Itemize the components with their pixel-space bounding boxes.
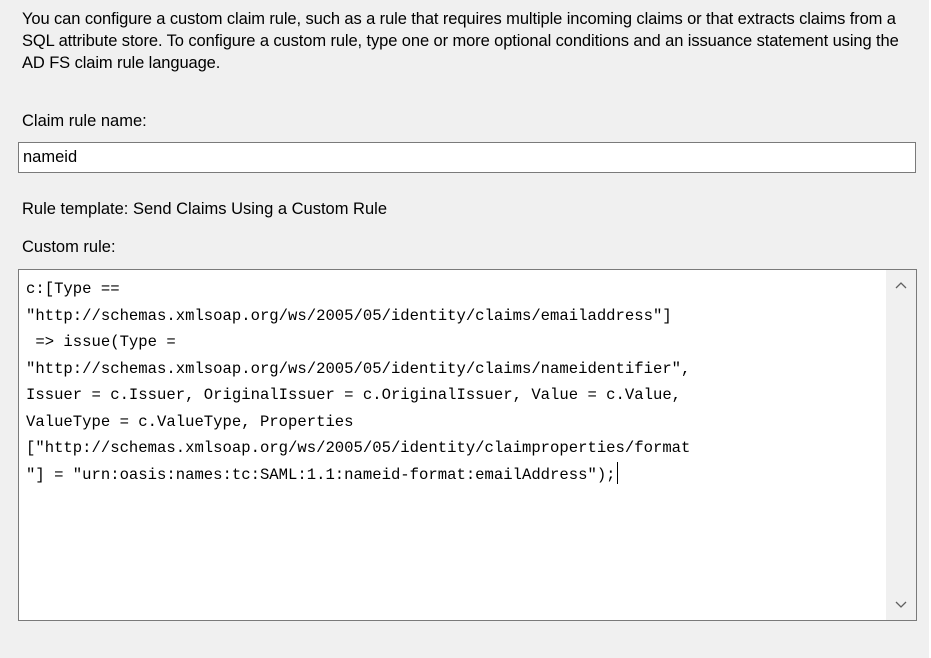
custom-rule-textarea[interactable]: c:[Type == "http://schemas.xmlsoap.org/ws… (18, 269, 917, 621)
claim-rule-name-label: Claim rule name: (22, 112, 147, 130)
rule-line: "http://schemas.xmlsoap.org/ws/2005/05/i… (26, 359, 691, 378)
scroll-up-button[interactable] (886, 270, 916, 300)
scroll-down-button[interactable] (886, 590, 916, 620)
rule-line: ValueType = c.ValueType, Properties (26, 412, 354, 431)
rule-line: c:[Type == (26, 280, 120, 298)
rule-line-last: "] = "urn:oasis:names:tc:SAML:1.1:nameid… (26, 461, 886, 489)
text-caret (616, 461, 618, 484)
rule-line: "] = "urn:oasis:names:tc:SAML:1.1:nameid… (26, 465, 616, 484)
description-text: You can configure a custom claim rule, s… (22, 10, 899, 72)
chevron-up-icon (895, 282, 907, 289)
rule-line: Issuer = c.Issuer, OriginalIssuer = c.Or… (26, 386, 682, 404)
rule-template-label: Rule template: Send Claims Using a Custo… (22, 200, 387, 218)
custom-rule-text: c:[Type == "http://schemas.xmlsoap.org/ws… (26, 276, 886, 488)
claim-rule-name-input[interactable] (18, 142, 916, 173)
custom-rule-label: Custom rule: (22, 238, 116, 256)
chevron-down-icon (895, 601, 907, 608)
rule-line: "http://schemas.xmlsoap.org/ws/2005/05/i… (26, 306, 672, 325)
vertical-scrollbar[interactable] (886, 270, 916, 620)
rule-line: ["http://schemas.xmlsoap.org/ws/2005/05/… (26, 439, 691, 457)
rule-line: => issue(Type = (26, 333, 176, 351)
